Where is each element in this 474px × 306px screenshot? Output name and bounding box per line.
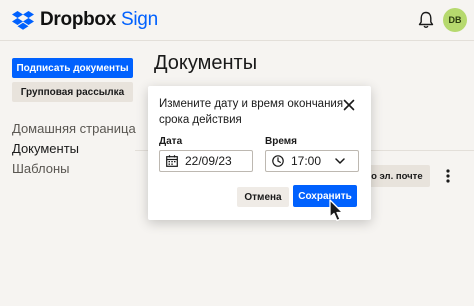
bulk-send-button[interactable]: Групповая рассылка [12, 82, 133, 102]
modal-title: Измените дату и время окончания срока де… [159, 98, 344, 126]
time-value: 17:00 [291, 154, 322, 168]
sidebar-item-documents[interactable]: Документы [12, 141, 79, 156]
avatar[interactable]: DB [443, 8, 467, 32]
sidebar-item-home[interactable]: Домашняя страница [12, 121, 136, 136]
date-value: 22/09/23 [185, 154, 232, 168]
cancel-button[interactable]: Отмена [237, 187, 289, 207]
chevron-down-icon [335, 158, 345, 164]
page-title: Документы [154, 52, 258, 74]
date-label: Дата [159, 136, 183, 147]
close-icon[interactable] [343, 99, 355, 111]
clock-icon [272, 155, 284, 167]
date-field[interactable]: 22/09/23 [159, 150, 253, 172]
dropbox-logo-icon [12, 10, 34, 30]
time-label: Время [265, 136, 297, 147]
top-bar: Dropbox Sign DB [0, 0, 474, 40]
sidebar-item-templates[interactable]: Шаблоны [12, 161, 70, 176]
kebab-icon[interactable] [443, 168, 453, 184]
header-divider [0, 40, 474, 41]
dropbox-sign-logo[interactable]: Dropbox Sign [12, 9, 158, 31]
sign-documents-button[interactable]: Подписать документы [12, 58, 133, 78]
brand-product: Sign [121, 9, 158, 30]
time-select[interactable]: 17:00 [265, 150, 359, 172]
brand-text: Dropbox [40, 9, 117, 30]
brand-name: Dropbox Sign [40, 9, 158, 31]
bell-icon[interactable] [418, 11, 434, 29]
save-button[interactable]: Сохранить [293, 185, 357, 207]
calendar-icon [166, 155, 178, 167]
cursor-icon [329, 199, 344, 222]
